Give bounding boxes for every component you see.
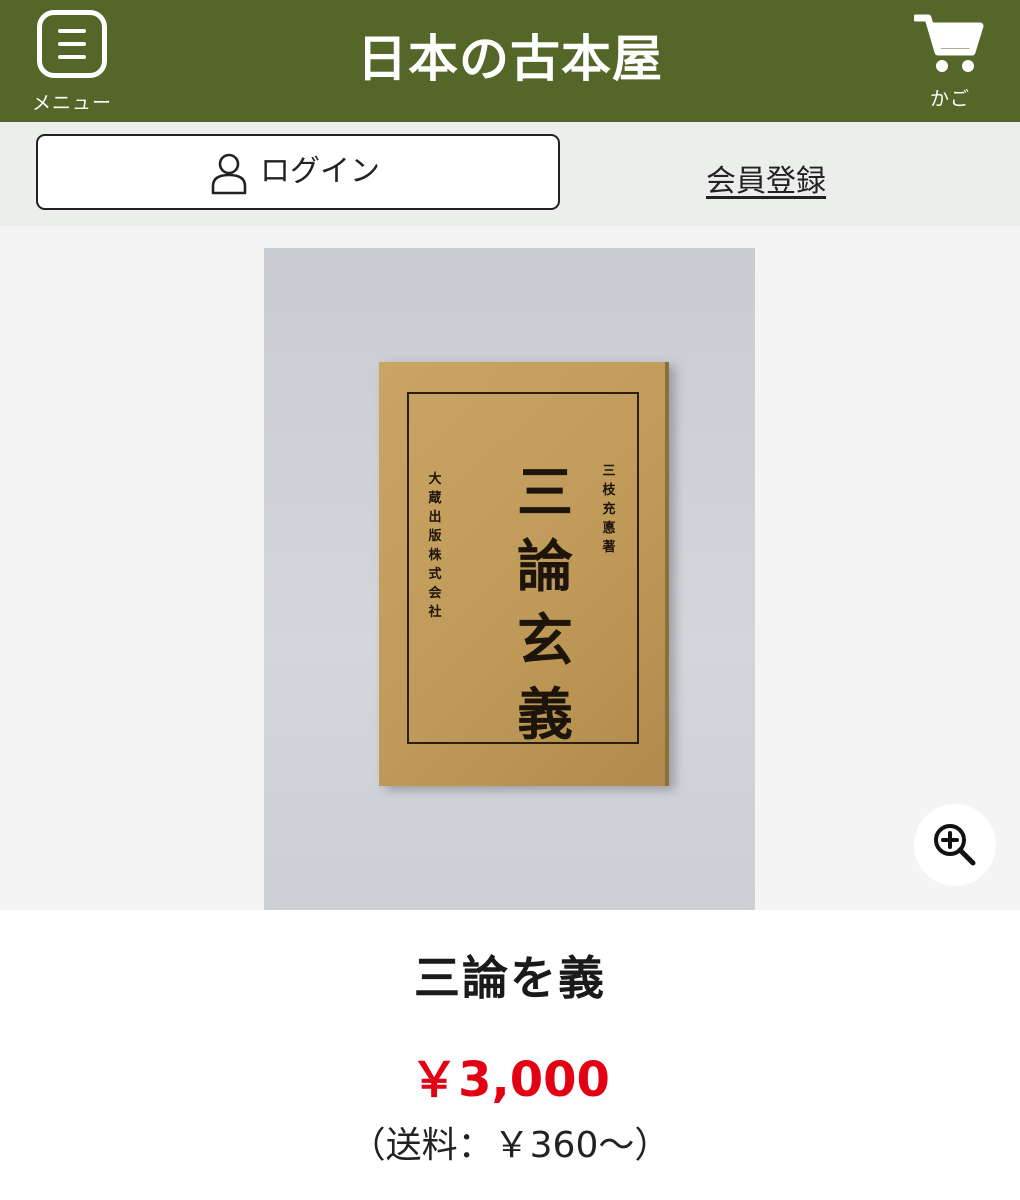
register-link[interactable]: 会員登録 (706, 156, 826, 200)
menu-button[interactable]: メニュー (22, 10, 122, 114)
product-image-area: 三枝充悳著 三論玄義 大蔵出版株式会社 (0, 226, 1020, 910)
book-cover-author: 三枝充悳著 (602, 464, 616, 555)
site-logo[interactable]: 日本の古本屋 (310, 26, 710, 92)
site-header: メニュー 日本の古本屋 かご (0, 0, 1020, 122)
menu-icon (37, 10, 107, 78)
shipping-fee: （送料：￥360～） (349, 1125, 671, 1166)
book-cover-frame: 三枝充悳著 三論玄義 大蔵出版株式会社 (407, 392, 639, 748)
product-title: 三論を義 (414, 951, 606, 1005)
book-cover-publisher: 大蔵出版株式会社 (428, 472, 442, 620)
zoom-button[interactable] (914, 804, 996, 886)
book-cover-title: 三論玄義 (517, 460, 573, 748)
user-icon (211, 153, 247, 195)
product-photo[interactable]: 三枝充悳著 三論玄義 大蔵出版株式会社 (264, 248, 755, 910)
cart-button[interactable]: かご (902, 12, 998, 112)
product-price: ￥3,000 (410, 1052, 610, 1108)
login-label: ログイン (260, 154, 380, 189)
book-cover: 三枝充悳著 三論玄義 大蔵出版株式会社 (379, 362, 669, 786)
cart-icon (914, 14, 984, 72)
menu-label: メニュー (31, 92, 112, 114)
zoom-in-icon (934, 824, 976, 866)
auth-bar: ログイン 会員登録 (0, 122, 1020, 226)
cart-label: かご (929, 88, 970, 110)
login-button[interactable]: ログイン (36, 134, 560, 210)
